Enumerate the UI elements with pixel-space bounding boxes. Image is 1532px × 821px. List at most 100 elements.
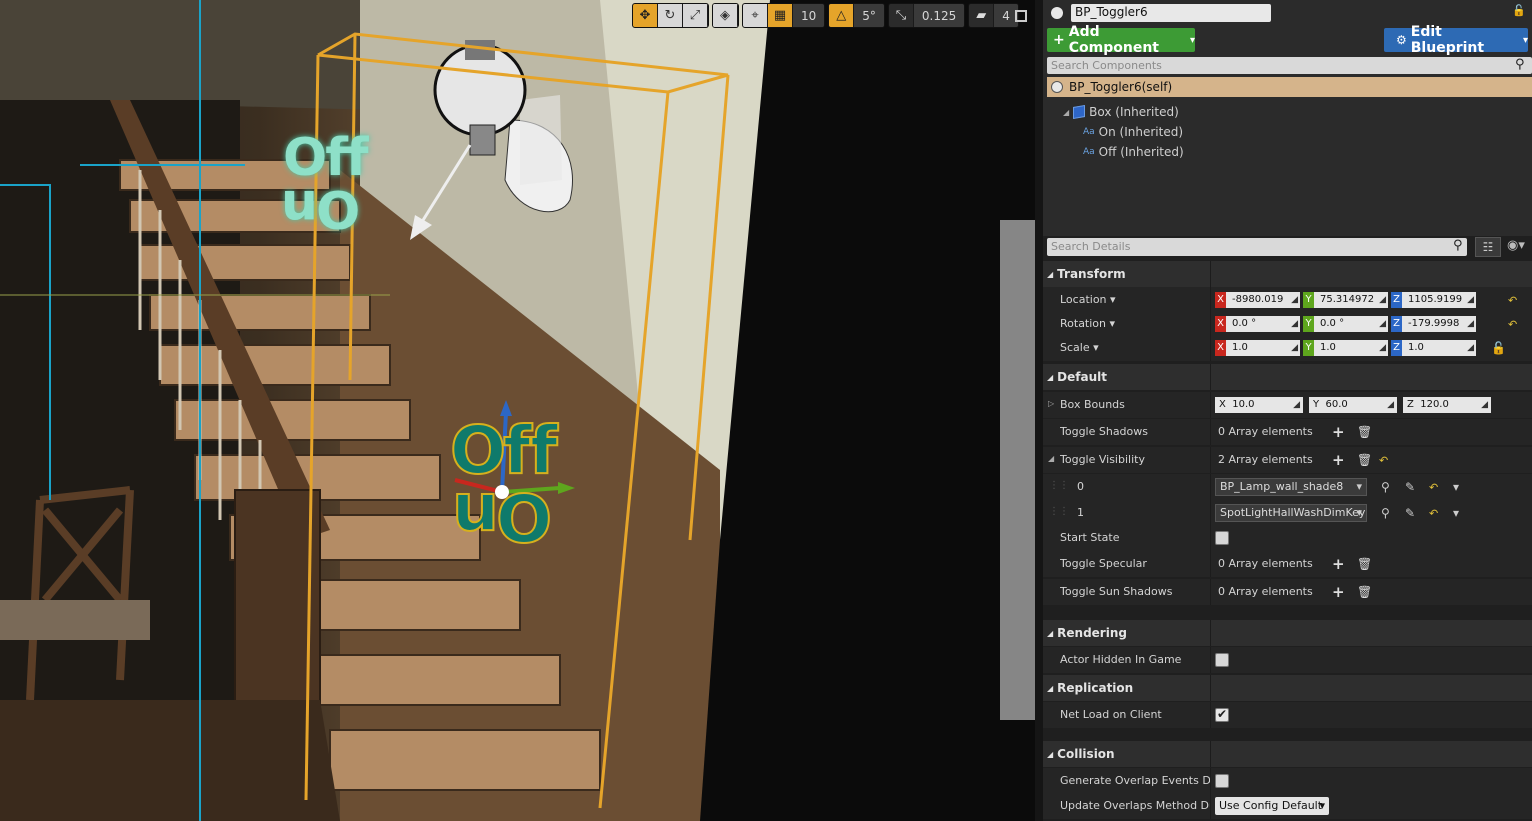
drag-handle-icon[interactable]: ⋮⋮ [1049, 480, 1069, 491]
box-bounds-x-field[interactable]: X 10.0 [1215, 397, 1303, 413]
property-label[interactable]: Scale ▾ [1060, 335, 1210, 361]
location-x-field[interactable]: -8980.019 [1226, 292, 1300, 308]
lock-icon[interactable]: 🔓 [1512, 4, 1526, 17]
grid-snap-value[interactable]: 10 [793, 4, 825, 27]
expand-triangle-icon[interactable]: ▷ [1048, 399, 1054, 408]
trash-icon[interactable]: 🗑 [1357, 419, 1372, 445]
add-component-button[interactable]: + Add Component ▾ [1047, 24, 1195, 56]
section-default[interactable]: ◢ Default [1043, 364, 1532, 390]
lock-icon[interactable]: 🔓 [1491, 335, 1506, 361]
add-element-icon[interactable]: + [1332, 579, 1345, 605]
search-icon[interactable]: ⚲ [1453, 238, 1463, 253]
search-icon[interactable]: ⚲ [1515, 57, 1525, 72]
rotate-mode-icon[interactable]: ↻ [658, 4, 683, 27]
grid-snap-icon[interactable]: ▦ [768, 4, 793, 27]
eyedropper-icon[interactable]: ✎ [1405, 500, 1415, 526]
maximize-viewport-icon[interactable] [1015, 10, 1027, 22]
actor-hidden-checkbox[interactable] [1215, 653, 1229, 667]
start-state-row: Start State [1043, 525, 1532, 551]
rotation-y-field[interactable]: 0.0 ° [1314, 316, 1388, 332]
actor-hidden-row: Actor Hidden In Game [1043, 647, 1532, 673]
right-panel: BP_Toggler6 🔓 + Add Component ▾ ⚙ Edit B… [1035, 0, 1532, 821]
section-replication[interactable]: ◢ Replication [1043, 675, 1532, 701]
add-element-icon[interactable]: + [1332, 447, 1345, 473]
section-title: Replication [1057, 681, 1134, 695]
section-title: Transform [1057, 267, 1126, 281]
plus-icon: + [1053, 32, 1065, 48]
array-count: 0 Array elements [1218, 557, 1313, 570]
reset-to-default-icon[interactable]: ↶ [1508, 294, 1517, 307]
location-y-field[interactable]: 75.314972 [1314, 292, 1388, 308]
reset-to-default-icon[interactable]: ↶ [1429, 507, 1438, 520]
array-count: 0 Array elements [1218, 425, 1313, 438]
box-bounds-z-field[interactable]: Z 120.0 [1403, 397, 1491, 413]
browse-icon[interactable]: ⚲ [1381, 474, 1390, 500]
location-z-field[interactable]: 1105.9199 [1402, 292, 1476, 308]
toggle-shadows-row: Toggle Shadows 0 Array elements + 🗑 [1043, 419, 1532, 445]
scale-y-field[interactable]: 1.0 [1314, 340, 1388, 356]
chevron-down-icon[interactable]: ▾ [1453, 474, 1459, 500]
translate-mode-icon[interactable]: ✥ [633, 4, 658, 27]
scale-snap-icon[interactable]: ⤡ [889, 4, 914, 27]
property-matrix-icon[interactable]: ☷ [1475, 237, 1501, 257]
actor-icon [1051, 81, 1063, 93]
actor-picker-dropdown[interactable]: BP_Lamp_wall_shade8 [1215, 478, 1367, 496]
reset-to-default-icon[interactable]: ↶ [1429, 481, 1438, 494]
property-label: Net Load on Client [1060, 708, 1162, 721]
actor-picker-dropdown[interactable]: SpotLightHallWashDimKey [1215, 504, 1367, 522]
grid-snap-group: ⌖ ▦ 10 [742, 3, 826, 28]
tree-item-off[interactable]: Aa Off (Inherited) [1083, 145, 1184, 159]
scale-x-field[interactable]: 1.0 [1226, 340, 1300, 356]
trash-icon[interactable]: 🗑 [1357, 447, 1372, 473]
section-rendering[interactable]: ◢ Rendering [1043, 620, 1532, 646]
reset-to-default-icon[interactable]: ↶ [1508, 318, 1517, 331]
scale-z-field[interactable]: 1.0 [1402, 340, 1476, 356]
world-space-icon[interactable]: ◈ [713, 4, 738, 27]
scale-mode-icon[interactable]: ⤢ [683, 4, 708, 27]
camera-icon[interactable]: ▰ [969, 4, 995, 27]
search-components-input[interactable]: Search Components [1047, 57, 1532, 74]
edit-blueprint-button[interactable]: ⚙ Edit Blueprint ▾ [1384, 24, 1528, 56]
property-label: Box Bounds [1060, 398, 1125, 411]
rotation-snap-value[interactable]: 5° [854, 4, 884, 27]
property-label[interactable]: Rotation ▾ [1060, 311, 1210, 337]
rotation-row: Rotation ▾ X0.0 ° Y0.0 ° Z-179.9998 ↶ [1043, 311, 1532, 337]
box-bounds-y-field[interactable]: Y 60.0 [1309, 397, 1397, 413]
eye-icon[interactable]: ◉▾ [1507, 238, 1525, 253]
self-component-item[interactable]: BP_Toggler6(self) [1047, 77, 1532, 97]
rotation-z-field[interactable]: -179.9998 [1402, 316, 1476, 332]
array-index: 0 [1077, 480, 1084, 493]
reset-to-default-icon[interactable]: ↶ [1379, 454, 1388, 467]
visibility-element-0-row: ⋮⋮ 0 BP_Lamp_wall_shade8 ⚲ ✎ ↶ ▾ [1043, 474, 1532, 500]
eyedropper-icon[interactable]: ✎ [1405, 474, 1415, 500]
surface-snap-icon[interactable]: ⌖ [743, 4, 768, 27]
level-viewport[interactable]: Off On Off On ✥ ↻ ⤢ ◈ ⌖ ▦ 10 △ 5° ⤡ 0.12… [0, 0, 1035, 821]
rotation-snap-icon[interactable]: △ [829, 4, 855, 27]
tree-item-on[interactable]: Aa On (Inherited) [1083, 125, 1183, 139]
on-text-render[interactable]: On [454, 477, 553, 556]
tree-item-box[interactable]: ◢ Box (Inherited) [1063, 104, 1179, 120]
rotation-x-field[interactable]: 0.0 ° [1226, 316, 1300, 332]
browse-icon[interactable]: ⚲ [1381, 500, 1390, 526]
section-transform[interactable]: ◢ Transform [1043, 261, 1532, 287]
collapse-triangle-icon: ◢ [1047, 749, 1054, 759]
section-collision[interactable]: ◢ Collision [1043, 741, 1532, 767]
collapse-triangle-icon[interactable]: ◢ [1063, 108, 1069, 117]
start-state-checkbox[interactable] [1215, 531, 1229, 545]
search-details-input[interactable]: Search Details [1047, 238, 1467, 256]
collapse-triangle-icon[interactable]: ◢ [1048, 454, 1054, 463]
net-load-checkbox[interactable] [1215, 707, 1229, 722]
trash-icon[interactable]: 🗑 [1357, 579, 1372, 605]
toggle-specular-row: Toggle Specular 0 Array elements + 🗑 [1043, 551, 1532, 577]
generate-overlap-checkbox[interactable] [1215, 774, 1229, 788]
update-overlaps-dropdown[interactable]: Use Config Default [1215, 797, 1329, 815]
trash-icon[interactable]: 🗑 [1357, 551, 1372, 577]
property-label[interactable]: Location ▾ [1060, 287, 1210, 313]
chevron-down-icon[interactable]: ▾ [1453, 500, 1459, 526]
scale-snap-value[interactable]: 0.125 [913, 4, 965, 27]
add-element-icon[interactable]: + [1332, 419, 1345, 445]
actor-name-field[interactable]: BP_Toggler6 [1071, 4, 1271, 22]
drag-handle-icon[interactable]: ⋮⋮ [1049, 506, 1069, 517]
chevron-down-icon: ▾ [1189, 34, 1195, 46]
add-element-icon[interactable]: + [1332, 551, 1345, 577]
